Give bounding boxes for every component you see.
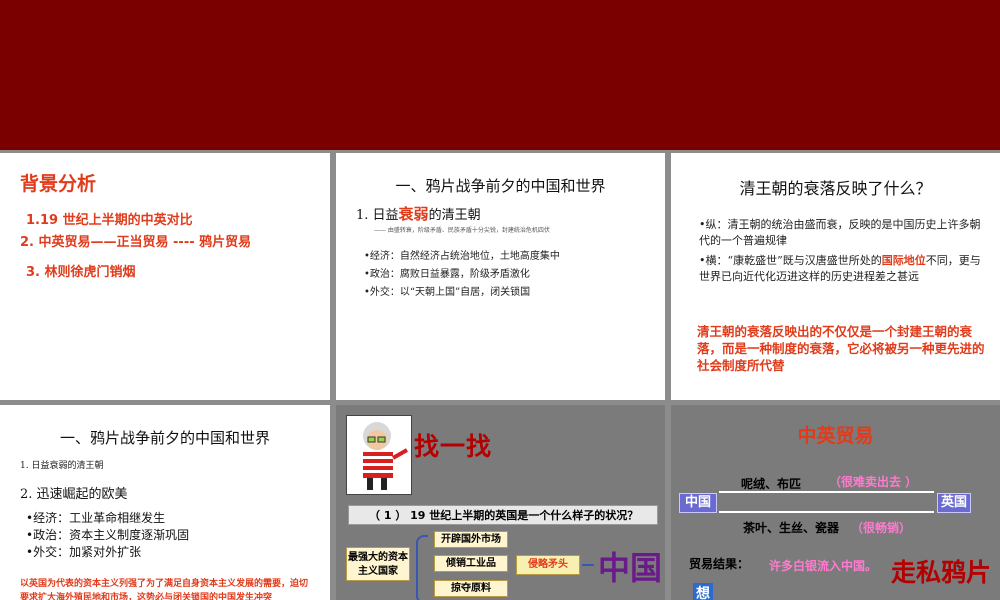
- top-banner: [0, 0, 1000, 150]
- find-title: 找一找: [414, 432, 493, 461]
- para-horizontal: •横：“康乾盛世”既与汉唐盛世所处的国际地位不同，更与世界已向近代化迈进这样的历…: [699, 253, 981, 285]
- slide-subheading: 1. 日益衰弱的清王朝: [356, 203, 481, 224]
- bullet-politics: •政治：腐败日益暴露，阶级矛盾激化: [364, 269, 530, 280]
- cartoon-teacher-icon: [346, 415, 412, 495]
- result-label: 贸易结果：: [689, 557, 750, 571]
- slide-heading: 清王朝的衰落反映了什么？: [739, 179, 932, 198]
- sub-prefix: 1. 日益: [356, 208, 399, 223]
- slide-reflection[interactable]: 清王朝的衰落反映了什么？ •纵：清王朝的统治由盛而衰，反映的是中国历史上许多朝代…: [671, 153, 1000, 400]
- slide-heading: 一、鸦片战争前夕的中国和世界: [59, 429, 270, 447]
- sub-emphasis: 衰弱: [398, 205, 429, 223]
- bullet-diplomacy: •外交：以“天朝上国”自居，闭关锁国: [364, 287, 531, 298]
- slide-background-analysis[interactable]: 背景分析 1.19 世纪上半期的中英对比 2. 中英贸易——正当贸易 ---- …: [0, 153, 330, 400]
- question-bar: （ 1 ） 19 世纪上半期的英国是一个什么样子的状况？: [348, 505, 658, 525]
- slide-heading: 一、鸦片战争前夕的中国和世界: [395, 177, 606, 195]
- result-text: 许多白银流入中国。: [769, 559, 878, 573]
- para-vertical: •纵：清王朝的统治由盛而衰，反映的是中国历史上许多朝代的一个普遍规律: [699, 218, 981, 247]
- brace-icon: [416, 535, 428, 600]
- sub-suffix: 的清王朝: [428, 208, 481, 223]
- bullet-economy: •经济：工业革命相继发生: [26, 511, 166, 525]
- outline-item-3: 3. 林则徐虎门销烟: [26, 265, 136, 280]
- bullet-politics: •政治：资本主义制度逐渐巩固: [26, 528, 190, 542]
- slide-subheading: 2. 迅速崛起的欧美: [20, 487, 128, 502]
- slide-qing-decline[interactable]: 一、鸦片战争前夕的中国和世界 1. 日益衰弱的清王朝 —— 由盛转衰，阶级矛盾、…: [336, 153, 665, 400]
- outline-item-2: 2. 中英贸易——正当贸易 ---- 鸦片贸易: [20, 235, 252, 250]
- bullet-economy: •经济：自然经济占统治地位，土地高度集中: [364, 251, 560, 262]
- slide-note: 以英国为代表的资本主义列强了为了满足自身资本主义发展的需要，迫切要求扩大海外殖民…: [20, 579, 309, 600]
- capitalist-country-box: 最强大的资本主义国家: [346, 547, 410, 581]
- option-open-market: 开辟国外市场: [434, 531, 508, 548]
- slide-heading: 中英贸易: [797, 425, 874, 447]
- slide-quote: —— 由盛转衰，阶级矛盾、民族矛盾十分尖锐，封建统治危机四伏: [374, 227, 550, 234]
- trade-line-bottom: [719, 511, 934, 513]
- slide-conclusion: 清王朝的衰落反映出的不仅仅是一个封建王朝的衰落，而是一种制度的衰落，它必将被另一…: [697, 324, 985, 373]
- para-highlight: 国际地位: [881, 254, 926, 267]
- china-box: 中国: [679, 493, 717, 513]
- outline-item-1: 1.19 世纪上半期的中英对比: [26, 213, 193, 228]
- export-goods: 茶叶、生丝、瓷器: [743, 521, 840, 535]
- import-goods: 呢绒、布匹: [741, 477, 802, 491]
- slide-trade[interactable]: 中英贸易 呢绒、布匹 （很难卖出去 ） 中国 英国 茶叶、生丝、瓷器 （很畅销）…: [671, 405, 1000, 600]
- option-dump-goods: 倾销工业品: [434, 555, 508, 572]
- slide-rising-west[interactable]: 一、鸦片战争前夕的中国和世界 1. 日益衰弱的清王朝 2. 迅速崛起的欧美 •经…: [0, 405, 330, 600]
- slide-find[interactable]: 找一找 （ 1 ） 19 世纪上半期的英国是一个什么样子的状况？ 最强大的资本主…: [336, 405, 665, 600]
- china-label: 中国: [598, 549, 663, 587]
- arrow-icon: [582, 564, 594, 566]
- import-note: （很难卖出去 ）: [829, 475, 918, 489]
- slide-small-point: 1. 日益衰弱的清王朝: [20, 461, 104, 471]
- trade-line-top: [719, 491, 934, 493]
- bullet-diplomacy: •外交：加紧对外扩张: [26, 545, 142, 559]
- smuggle-label: 走私鸦片: [891, 558, 992, 587]
- export-note: （很畅销）: [851, 521, 912, 535]
- para-horizontal-a: •横：“康乾盛世”既与汉唐盛世所处的: [699, 254, 882, 267]
- britain-box: 英国: [937, 493, 971, 513]
- think-badge: 想: [693, 583, 713, 600]
- option-plunder: 掠夺原料: [434, 580, 508, 597]
- slide-title: 背景分析: [20, 173, 97, 195]
- invasion-box: 侵略矛头: [516, 555, 580, 575]
